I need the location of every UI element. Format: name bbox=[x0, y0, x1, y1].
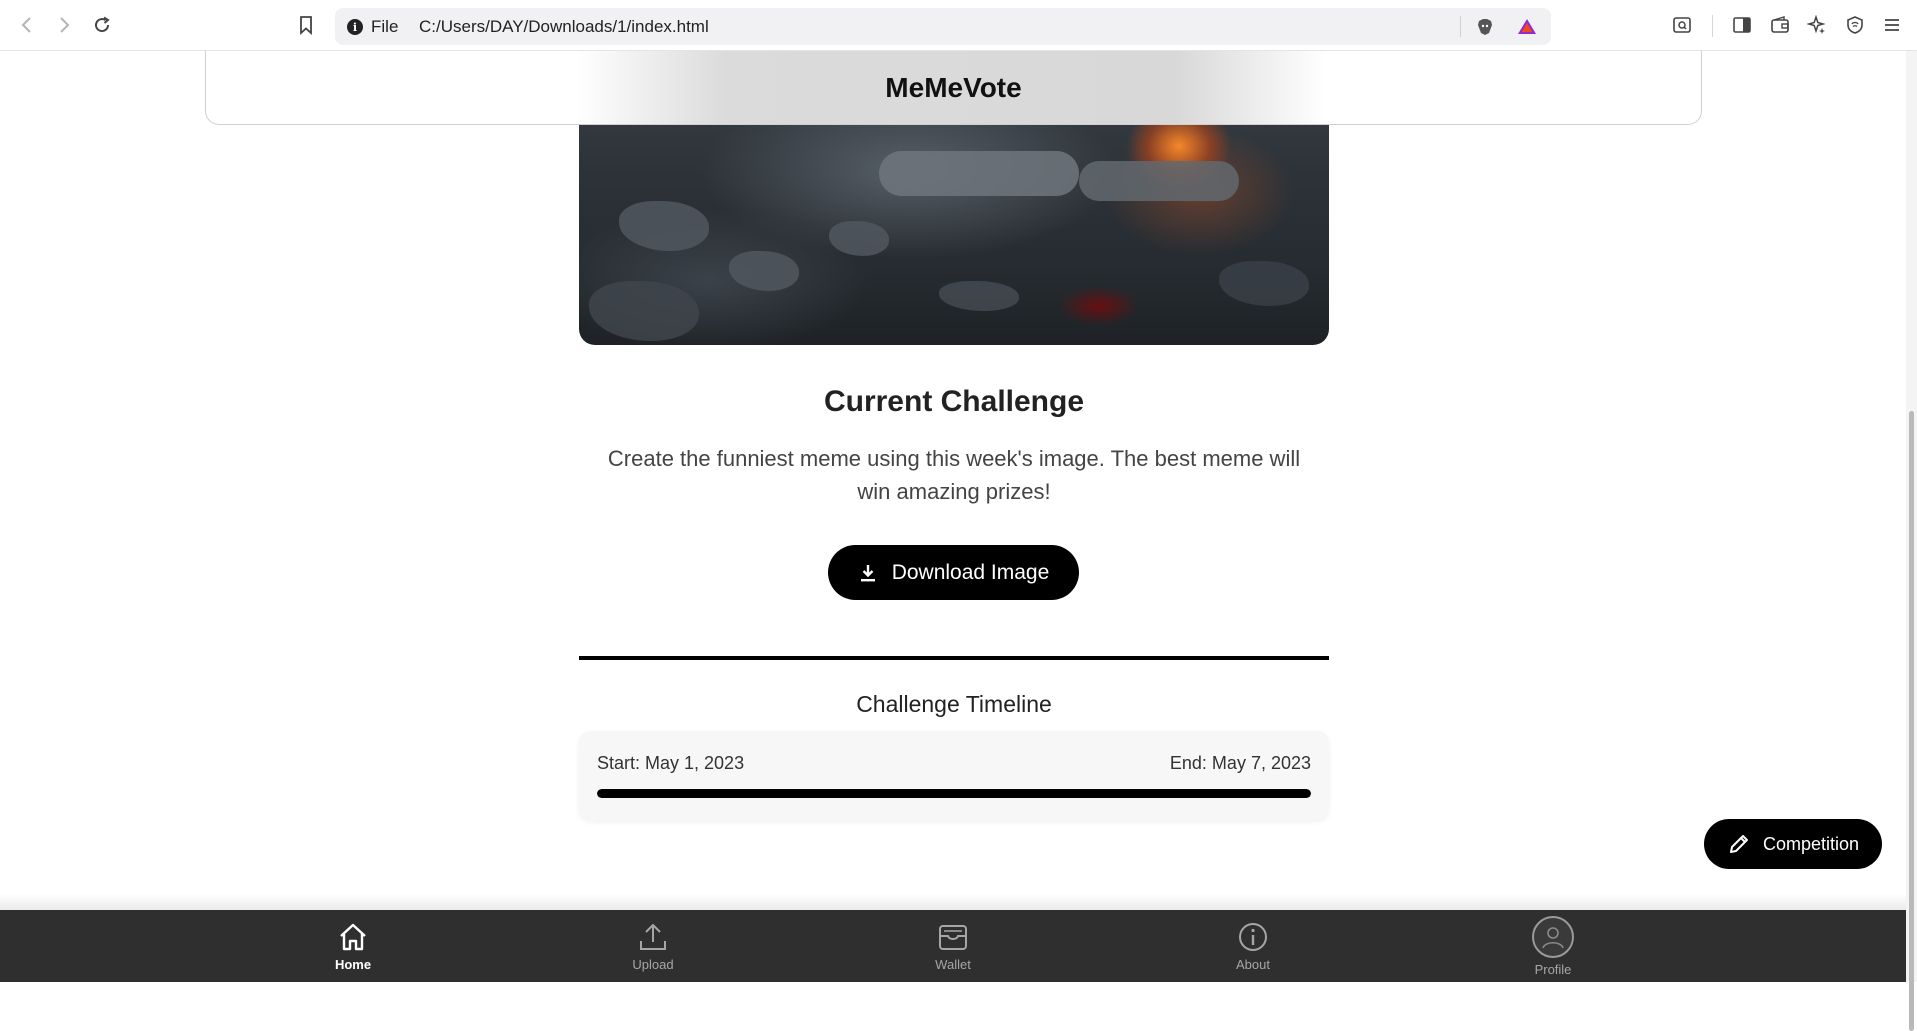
competition-label: Competition bbox=[1762, 833, 1860, 854]
page-scrollbar[interactable] bbox=[1906, 51, 1917, 1031]
timeline-progress-bar bbox=[597, 789, 1311, 798]
bookmark-button[interactable] bbox=[293, 12, 319, 38]
nav-about-label: About bbox=[1236, 956, 1270, 972]
sidebar-icon bbox=[1733, 17, 1751, 33]
nav-home-label: Home bbox=[334, 956, 372, 972]
avatar bbox=[1532, 915, 1574, 958]
site-info-icon[interactable]: i bbox=[347, 19, 363, 35]
timeline-end-date: End: May 7, 2023 bbox=[1169, 753, 1311, 773]
download-image-label: Download Image bbox=[891, 560, 1050, 584]
back-arrow-icon bbox=[21, 17, 31, 33]
nav-upload[interactable]: Upload bbox=[593, 910, 713, 982]
wallet-toolbar-icon bbox=[1771, 16, 1789, 33]
back-button[interactable] bbox=[14, 12, 40, 38]
sidebar-button[interactable] bbox=[1731, 14, 1753, 36]
challenge-title: Current Challenge bbox=[823, 385, 1085, 418]
scrollbar-thumb[interactable] bbox=[1909, 411, 1914, 1031]
nav-wallet-label: Wallet bbox=[935, 956, 971, 972]
info-icon bbox=[1239, 922, 1267, 951]
address-bar[interactable]: i File C:/Users/DAY/Downloads/1/index.ht… bbox=[335, 8, 1551, 45]
browser-toolbar: i File C:/Users/DAY/Downloads/1/index.ht… bbox=[0, 0, 1917, 51]
app-header: MeMeVote bbox=[205, 51, 1702, 125]
reload-icon bbox=[95, 16, 110, 33]
bottom-navigation: Home Upload Wallet About Profile bbox=[0, 910, 1906, 982]
home-icon bbox=[340, 923, 366, 950]
brave-shields-button[interactable] bbox=[1474, 16, 1496, 38]
forward-arrow-icon bbox=[60, 17, 70, 33]
nav-upload-label: Upload bbox=[632, 956, 674, 972]
pencil-icon bbox=[1729, 835, 1748, 853]
vpn-button[interactable] bbox=[1844, 14, 1866, 36]
omnibox-divider bbox=[1460, 16, 1461, 37]
timeline-card: Start: May 1, 2023 End: May 7, 2023 bbox=[579, 731, 1329, 820]
timeline-progress-fill bbox=[597, 789, 1311, 798]
reader-search-icon bbox=[1673, 17, 1691, 33]
competition-button[interactable]: Competition bbox=[1704, 819, 1882, 869]
reader-mode-button[interactable] bbox=[1671, 14, 1693, 36]
section-divider bbox=[579, 656, 1329, 660]
sparkle-icon bbox=[1807, 15, 1826, 34]
challenge-description: Create the funniest meme using this week… bbox=[607, 446, 1301, 504]
url-text[interactable]: C:/Users/DAY/Downloads/1/index.html bbox=[419, 17, 709, 37]
reload-button[interactable] bbox=[89, 12, 115, 38]
nav-wallet[interactable]: Wallet bbox=[893, 910, 1013, 982]
shield-icon bbox=[1847, 16, 1863, 34]
brave-lion-icon bbox=[1478, 19, 1492, 35]
upload-icon bbox=[640, 923, 666, 950]
timeline-title: Challenge Timeline bbox=[856, 691, 1052, 717]
timeline-start-date: Start: May 1, 2023 bbox=[597, 753, 745, 773]
forward-button[interactable] bbox=[51, 12, 77, 38]
wallet-toolbar-button[interactable] bbox=[1769, 14, 1791, 36]
nav-home[interactable]: Home bbox=[293, 910, 413, 982]
page-viewport: MeMeVote Current Challenge Create the fu… bbox=[0, 51, 1906, 982]
bookmark-icon bbox=[300, 16, 312, 35]
hamburger-menu-icon bbox=[1885, 19, 1899, 31]
leo-ai-button[interactable] bbox=[1806, 14, 1828, 36]
nav-about[interactable]: About bbox=[1193, 910, 1313, 982]
download-icon bbox=[860, 564, 875, 581]
nav-profile[interactable]: Profile bbox=[1493, 910, 1613, 982]
wallet-icon bbox=[939, 924, 967, 950]
main-menu-button[interactable] bbox=[1881, 14, 1903, 36]
app-title: MeMeVote bbox=[885, 72, 1022, 103]
file-scheme-label: File bbox=[371, 17, 399, 36]
nav-profile-label: Profile bbox=[1534, 961, 1572, 977]
download-image-button[interactable]: Download Image bbox=[828, 545, 1079, 600]
rewards-triangle-icon bbox=[1518, 19, 1536, 34]
brave-rewards-button[interactable] bbox=[1516, 16, 1538, 38]
toolbar-divider bbox=[1712, 15, 1713, 37]
avatar-icon bbox=[1542, 926, 1564, 948]
bottom-nav-shadow bbox=[0, 894, 1906, 910]
